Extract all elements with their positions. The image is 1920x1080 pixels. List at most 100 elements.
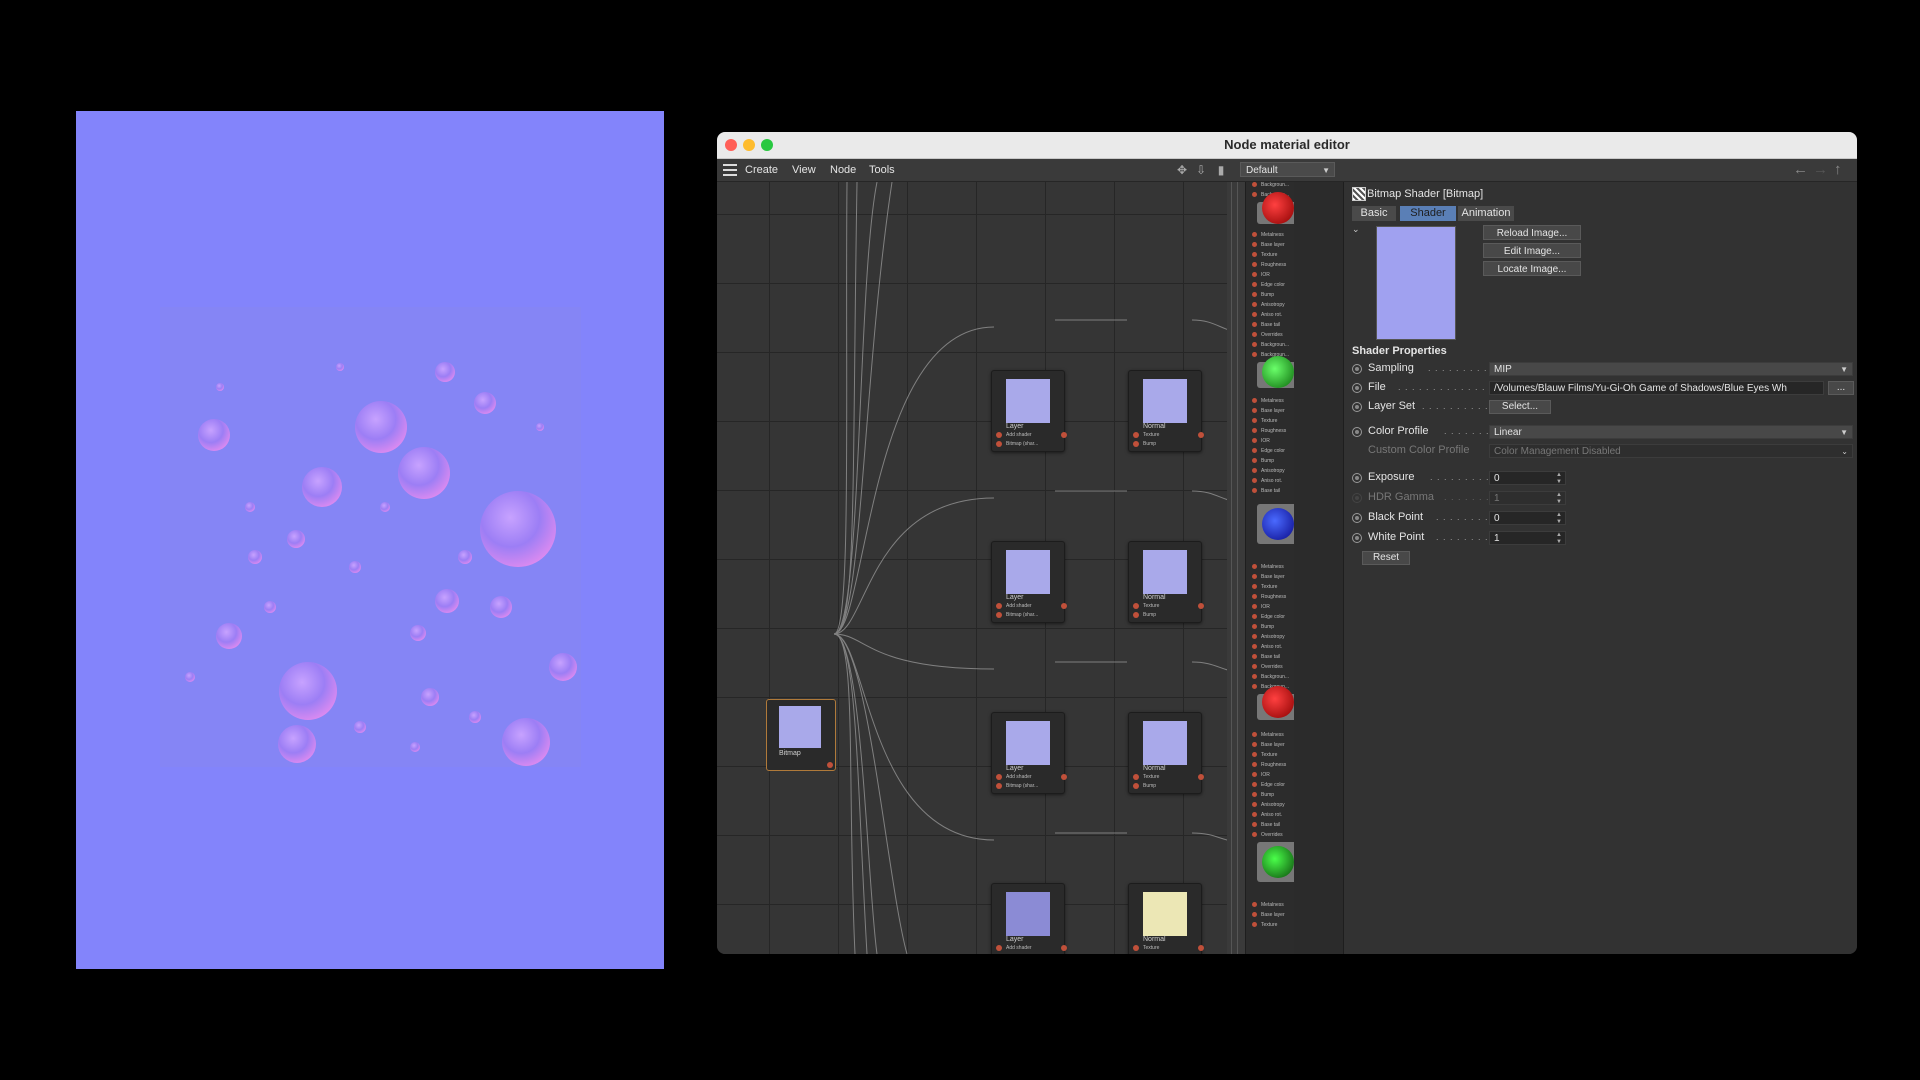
material-port[interactable]: Metalness: [1252, 562, 1284, 572]
layer-port-add-shader[interactable]: Add shader: [996, 602, 1032, 610]
up-arrow-icon[interactable]: ↑: [1834, 161, 1842, 179]
white-point-input[interactable]: 1 ▲ ▼: [1489, 531, 1566, 545]
normal-node[interactable]: Normal Texture Bump: [1128, 712, 1204, 794]
material-port[interactable]: Overrides: [1252, 330, 1283, 340]
sampling-keyframe-toggle[interactable]: [1352, 364, 1362, 374]
material-port[interactable]: IOR: [1252, 270, 1270, 280]
black-point-input[interactable]: 0 ▲ ▼: [1489, 511, 1566, 525]
layer-output-port[interactable]: [1061, 945, 1067, 951]
exposure-input[interactable]: 0 ▲ ▼: [1489, 471, 1566, 485]
sampling-dropdown[interactable]: MIP ▼: [1489, 362, 1853, 376]
layer-node[interactable]: Layer Add shader Bitmap (shar...: [991, 712, 1067, 794]
material-nodes-strip[interactable]: Backgroun... Backgroun... Metalness Base…: [1245, 182, 1294, 954]
color-profile-keyframe-toggle[interactable]: [1352, 427, 1362, 437]
normal-output-port[interactable]: [1198, 603, 1204, 609]
move-icon[interactable]: ✥: [1175, 163, 1189, 177]
material-port[interactable]: Aniso rot.: [1252, 642, 1282, 652]
material-port[interactable]: Bump: [1252, 622, 1274, 632]
normal-port-bump[interactable]: Bump: [1133, 440, 1156, 448]
exposure-keyframe-toggle[interactable]: [1352, 473, 1362, 483]
material-port[interactable]: Metalness: [1252, 396, 1284, 406]
material-port[interactable]: Aniso rot.: [1252, 810, 1282, 820]
reload-image-button[interactable]: Reload Image...: [1483, 225, 1581, 240]
material-port[interactable]: Anisotropy: [1252, 300, 1285, 310]
material-port[interactable]: Edge color: [1252, 780, 1285, 790]
panel-toggle-icon[interactable]: ▮: [1214, 163, 1228, 177]
material-port[interactable]: Aniso rot.: [1252, 476, 1282, 486]
material-port[interactable]: Metalness: [1252, 230, 1284, 240]
color-profile-dropdown[interactable]: Linear ▼: [1489, 425, 1853, 439]
normal-output-port[interactable]: [1198, 774, 1204, 780]
layer-node[interactable]: Layer Add shader Bitmap (shar...: [991, 883, 1067, 954]
stepper-arrows-icon[interactable]: ▲ ▼: [1556, 472, 1562, 484]
layer-set-keyframe-toggle[interactable]: [1352, 402, 1362, 412]
material-port[interactable]: Backgroun...: [1252, 672, 1289, 682]
material-port[interactable]: Texture: [1252, 920, 1277, 930]
layer-port-add-shader[interactable]: Add shader: [996, 944, 1032, 952]
material-port[interactable]: Edge color: [1252, 612, 1285, 622]
material-port[interactable]: Roughness: [1252, 260, 1286, 270]
locate-image-button[interactable]: Locate Image...: [1483, 261, 1581, 276]
material-port[interactable]: Bump: [1252, 456, 1274, 466]
forward-arrow-icon[interactable]: →: [1813, 161, 1828, 179]
material-port[interactable]: Edge color: [1252, 446, 1285, 456]
material-port[interactable]: Base tail: [1252, 320, 1280, 330]
material-port[interactable]: Roughness: [1252, 592, 1286, 602]
normal-port-texture[interactable]: Texture: [1133, 944, 1159, 952]
normal-port-bump[interactable]: Bump: [1133, 611, 1156, 619]
material-port[interactable]: Overrides: [1252, 662, 1283, 672]
material-port[interactable]: IOR: [1252, 436, 1270, 446]
layer-port-bitmap[interactable]: Bitmap (shar...: [996, 953, 1038, 954]
material-port[interactable]: Roughness: [1252, 426, 1286, 436]
back-arrow-icon[interactable]: ←: [1793, 161, 1808, 179]
menu-view[interactable]: View: [792, 159, 816, 181]
layer-port-bitmap[interactable]: Bitmap (shar...: [996, 782, 1038, 790]
material-port[interactable]: Roughness: [1252, 760, 1286, 770]
tab-animation[interactable]: Animation: [1458, 206, 1514, 221]
normal-node[interactable]: Normal Texture Bump: [1128, 370, 1204, 452]
material-port[interactable]: Anisotropy: [1252, 466, 1285, 476]
normal-node[interactable]: Normal Texture Bump: [1128, 883, 1204, 954]
layer-port-add-shader[interactable]: Add shader: [996, 431, 1032, 439]
layout-select[interactable]: Default ▼: [1240, 162, 1335, 177]
material-port[interactable]: Overrides: [1252, 830, 1283, 840]
hamburger-menu-icon[interactable]: [723, 164, 737, 176]
normal-port-bump[interactable]: Bump: [1133, 782, 1156, 790]
arrange-icon[interactable]: ⇩: [1194, 163, 1208, 177]
material-port[interactable]: Anisotropy: [1252, 632, 1285, 642]
material-port[interactable]: Bump: [1252, 790, 1274, 800]
material-port[interactable]: Bump: [1252, 290, 1274, 300]
tab-basic[interactable]: Basic: [1352, 206, 1396, 221]
black-point-keyframe-toggle[interactable]: [1352, 513, 1362, 523]
layer-set-select-button[interactable]: Select...: [1489, 400, 1551, 414]
chevron-down-icon[interactable]: ⌄: [1352, 224, 1360, 235]
layer-port-bitmap[interactable]: Bitmap (shar...: [996, 611, 1038, 619]
menu-create[interactable]: Create: [745, 159, 778, 181]
node-graph-canvas[interactable]: Bitmap Layer Add shader Bitmap (shar... …: [717, 182, 1227, 954]
normal-port-texture[interactable]: Texture: [1133, 773, 1159, 781]
normal-port-texture[interactable]: Texture: [1133, 602, 1159, 610]
normal-port-texture[interactable]: Texture: [1133, 431, 1159, 439]
edit-image-button[interactable]: Edit Image...: [1483, 243, 1581, 258]
material-port[interactable]: Base layer: [1252, 740, 1285, 750]
stepper-arrows-icon[interactable]: ▲ ▼: [1556, 512, 1562, 524]
material-port[interactable]: IOR: [1252, 770, 1270, 780]
normal-port-bump[interactable]: Bump: [1133, 953, 1156, 954]
material-port[interactable]: Base tail: [1252, 486, 1280, 496]
layer-output-port[interactable]: [1061, 603, 1067, 609]
material-port[interactable]: Metalness: [1252, 730, 1284, 740]
graph-splitter[interactable]: [1227, 182, 1245, 954]
normal-output-port[interactable]: [1198, 432, 1204, 438]
material-port[interactable]: Backgroun...: [1252, 340, 1289, 350]
normal-output-port[interactable]: [1198, 945, 1204, 951]
material-port[interactable]: Texture: [1252, 750, 1277, 760]
material-port[interactable]: Base layer: [1252, 572, 1285, 582]
reset-button[interactable]: Reset: [1362, 551, 1410, 565]
material-port[interactable]: Backgroun...: [1252, 182, 1289, 190]
file-path-input[interactable]: /Volumes/Blauw Films/Yu-Gi-Oh Game of Sh…: [1489, 381, 1824, 395]
material-port[interactable]: Base layer: [1252, 240, 1285, 250]
normal-node[interactable]: Normal Texture Bump: [1128, 541, 1204, 623]
material-port[interactable]: Edge color: [1252, 280, 1285, 290]
material-port[interactable]: Texture: [1252, 250, 1277, 260]
stepper-arrows-icon[interactable]: ▲ ▼: [1556, 532, 1562, 544]
